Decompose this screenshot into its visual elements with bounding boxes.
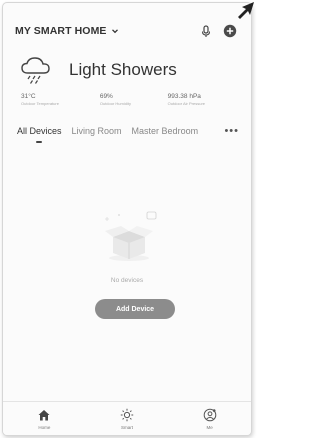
header-actions xyxy=(199,24,237,38)
bottom-tab-bar: Home Smart Me xyxy=(3,401,251,435)
profile-icon xyxy=(203,408,216,422)
arrow-pointer-icon xyxy=(238,2,254,19)
chevron-down-icon[interactable] xyxy=(110,26,120,36)
app-header: MY SMART HOME xyxy=(15,21,237,41)
tab-living-room[interactable]: Living Room xyxy=(72,126,122,136)
tabbar-item-home[interactable]: Home xyxy=(3,402,86,435)
cloud-rain-icon xyxy=(21,57,50,84)
temperature-stat: 31°C Outdoor Temperature xyxy=(21,93,100,106)
more-icon[interactable]: ••• xyxy=(224,126,239,137)
temperature-value: 31°C xyxy=(21,93,36,100)
tabbar-item-me[interactable]: Me xyxy=(168,402,251,435)
humidity-stat: 69% Outdoor Humidity xyxy=(100,93,168,106)
empty-box-icon xyxy=(105,211,157,261)
home-icon xyxy=(38,410,50,421)
tab-all-devices[interactable]: All Devices xyxy=(17,126,62,143)
humidity-value: 69% xyxy=(99,93,113,100)
add-circle-icon[interactable] xyxy=(223,24,237,38)
weather-stats: 31°C Outdoor Temperature 69% Outdoor Hum… xyxy=(21,93,241,106)
tabbar-label-home: Home xyxy=(38,425,51,430)
weather-condition: Light Showers xyxy=(69,60,177,79)
tabbar-label-smart: Smart xyxy=(121,425,134,430)
tab-master-bedroom[interactable]: Master Bedroom xyxy=(132,126,199,136)
sun-icon xyxy=(120,408,134,422)
temperature-label: Outdoor Temperature xyxy=(21,101,59,106)
home-selector[interactable]: MY SMART HOME xyxy=(15,25,107,37)
tabbar-item-smart[interactable]: Smart xyxy=(86,402,169,435)
add-device-button[interactable]: Add Device xyxy=(95,299,175,319)
microphone-icon[interactable] xyxy=(199,24,213,38)
phone-screen: MY SMART HOME Light Showers 31°C Outdoor… xyxy=(2,2,252,436)
pressure-label: Outdoor Air Pressure xyxy=(167,101,206,106)
weather-summary: Light Showers xyxy=(19,55,237,85)
no-devices-message: No devices xyxy=(110,277,144,284)
pressure-stat: 993.38 hPa Outdoor Air Pressure xyxy=(168,93,241,106)
room-tabs: All Devices Living Room Master Bedroom •… xyxy=(17,126,241,143)
pressure-value: 993.38 hPa xyxy=(167,93,201,100)
tabbar-label-me: Me xyxy=(206,425,213,430)
humidity-label: Outdoor Humidity xyxy=(99,101,131,106)
